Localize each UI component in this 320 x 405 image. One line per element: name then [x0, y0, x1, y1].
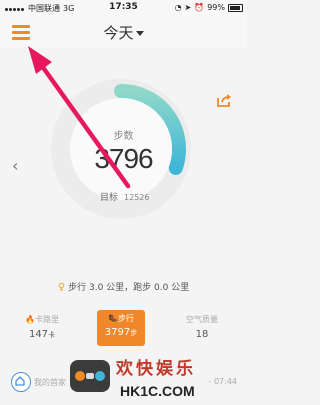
- watermark: 欢快娱乐 HK1C.COM: [70, 354, 220, 402]
- lock-icon: ◔: [174, 3, 182, 12]
- calories-value: 147卡: [28, 329, 56, 340]
- steps-value: 3796: [94, 143, 153, 174]
- goal-label: 目标: [100, 193, 119, 203]
- home-icon: [15, 376, 25, 386]
- walk-label: 🥾步行: [108, 314, 134, 323]
- alarm-icon: ⏰: [194, 3, 205, 12]
- watermark-line1: 欢快娱乐: [116, 359, 196, 379]
- bottom-caption: 我的首家: [34, 378, 66, 387]
- stat-air-quality[interactable]: 空气质量 18: [172, 314, 232, 340]
- battery-icon: [228, 3, 243, 12]
- air-quality-value: 18: [195, 329, 209, 340]
- stat-calories[interactable]: 🔥卡路里 147卡: [12, 314, 72, 340]
- stat-walk[interactable]: 🥾步行 3797步: [97, 310, 145, 346]
- watermark-line2: HK1C.COM: [120, 383, 195, 399]
- goal-value: 12526: [124, 193, 150, 202]
- air-quality-label: 空气质量: [186, 315, 218, 324]
- nav-bar: 今天: [0, 16, 247, 48]
- steps-label: 步数: [113, 131, 134, 142]
- summary-text: 步行 3.0 公里，跑步 0.0 公里: [68, 283, 190, 293]
- chevron-down-icon: [135, 31, 144, 36]
- walk-value: 3797步: [104, 327, 138, 338]
- gamepad-logo: [70, 360, 110, 392]
- status-bar: 中国联通 3G 17:35 ◔ ➤ ⏰ 99%: [0, 0, 247, 16]
- location-icon: ➤: [184, 3, 192, 12]
- home-button[interactable]: [11, 372, 31, 392]
- lightbulb-icon: ♀: [57, 282, 66, 293]
- share-icon[interactable]: [217, 93, 232, 107]
- goal-row: 目标 12526: [100, 190, 149, 203]
- page-title: 今天: [103, 24, 134, 42]
- date-selector[interactable]: 今天: [0, 22, 247, 43]
- battery-percent: 99%: [207, 3, 225, 12]
- status-right: ◔ ➤ ⏰ 99%: [175, 3, 243, 12]
- calories-label: 🔥卡路里: [25, 315, 59, 324]
- distance-summary: ♀ 步行 3.0 公里，跑步 0.0 公里: [0, 280, 247, 293]
